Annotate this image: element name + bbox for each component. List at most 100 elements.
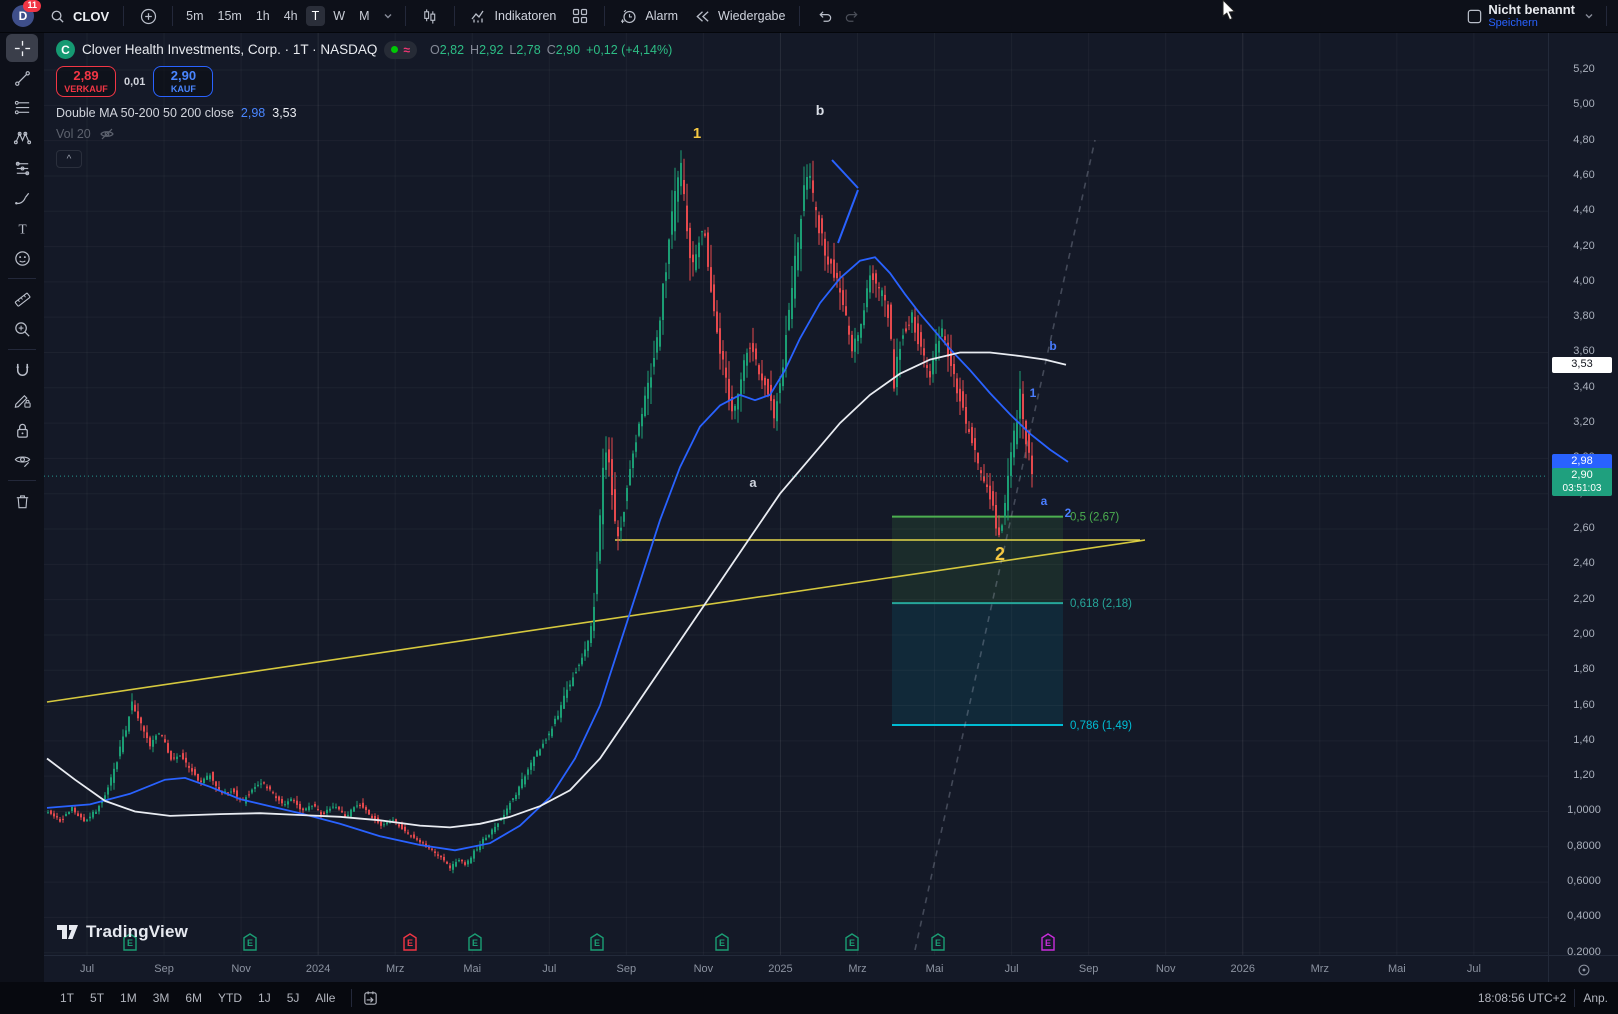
wave-label[interactable]: a <box>749 475 757 490</box>
clock-timezone[interactable]: 18:08:56 UTC+2 <box>1478 991 1566 1005</box>
wave-label[interactable]: 2 <box>995 544 1005 564</box>
range-6m[interactable]: 6M <box>179 988 208 1008</box>
wave-label[interactable]: b <box>816 102 825 118</box>
earnings-badge[interactable]: E <box>243 933 257 951</box>
tool-xabcd-pattern[interactable] <box>6 124 38 152</box>
goto-date-icon[interactable] <box>360 988 380 1008</box>
interval-1h[interactable]: 1h <box>250 6 276 26</box>
price-tick: 1,40 <box>1549 734 1618 746</box>
replay-button[interactable]: Wiedergabe <box>685 3 792 29</box>
range-ytd[interactable]: YTD <box>212 988 248 1008</box>
svg-text:E: E <box>719 938 725 948</box>
range-5j[interactable]: 5J <box>281 988 306 1008</box>
earnings-badge[interactable]: E <box>715 933 729 951</box>
earnings-badge[interactable]: E <box>845 933 859 951</box>
save-cloud-icon[interactable] <box>1464 6 1484 26</box>
wave-label[interactable]: 1 <box>1030 386 1037 400</box>
price-axis[interactable]: 5,205,004,804,604,404,204,003,803,603,40… <box>1548 32 1618 955</box>
range-1j[interactable]: 1J <box>252 988 277 1008</box>
interval-t[interactable]: T <box>306 6 326 26</box>
range-1t[interactable]: 1T <box>54 988 80 1008</box>
sell-button[interactable]: 2,89 VERKAUF <box>56 66 116 97</box>
earnings-badge[interactable]: E <box>590 933 604 951</box>
market-status-pill[interactable]: ≈ <box>384 41 417 59</box>
price-tick: 2,00 <box>1549 628 1618 640</box>
chart-pane[interactable]: 0,5 (2,67)0,618 (2,18)0,786 (1,49)1ba2b1… <box>44 32 1548 955</box>
tool-text[interactable]: T <box>6 214 38 242</box>
interval-m[interactable]: M <box>353 6 375 26</box>
price-tick: 3,60 <box>1549 345 1618 357</box>
range-alle[interactable]: Alle <box>309 988 341 1008</box>
range-3m[interactable]: 3M <box>147 988 176 1008</box>
earnings-badge[interactable]: E <box>403 933 417 951</box>
earnings-badge[interactable]: E <box>468 933 482 951</box>
redo-button[interactable] <box>835 3 869 29</box>
chevron-down-icon[interactable] <box>378 6 398 26</box>
divider <box>351 989 352 1007</box>
add-symbol-button[interactable] <box>131 3 165 29</box>
bottom-toolbar: 1T5T1M3M6MYTD1J5JAlle 18:08:56 UTC+2 Anp… <box>0 982 1618 1014</box>
tool-ruler[interactable] <box>6 285 38 313</box>
save-link[interactable]: Speichern <box>1488 17 1538 29</box>
user-avatar[interactable]: D 11 <box>12 5 34 27</box>
chart-style-button[interactable] <box>413 3 447 29</box>
price-tick: 4,60 <box>1549 169 1618 181</box>
divider <box>1606 6 1607 26</box>
tool-crosshair[interactable] <box>6 34 38 62</box>
chart-canvas[interactable]: 0,5 (2,67)0,618 (2,18)0,786 (1,49)1ba2b1… <box>44 32 1548 955</box>
tool-magnet[interactable] <box>6 356 38 384</box>
tool-drawing-lock[interactable] <box>6 386 38 414</box>
earnings-badge[interactable]: E <box>931 933 945 951</box>
indicator-legend[interactable]: Double MA 50-200 50 200 close 2,98 3,53 <box>56 106 672 120</box>
top-toolbar: D 11 CLOV 5m15m1h4hTWM <box>0 0 1618 33</box>
price-tick: 5,00 <box>1549 98 1618 110</box>
alert-button[interactable]: Alarm <box>612 3 685 29</box>
legend-collapse-button[interactable]: ^ <box>56 150 82 168</box>
interval-w[interactable]: W <box>327 6 351 26</box>
wave-label[interactable]: 1 <box>693 125 701 142</box>
gear-icon[interactable] <box>1577 963 1591 977</box>
volume-legend[interactable]: Vol 20 <box>56 126 672 142</box>
range-5t[interactable]: 5T <box>84 988 110 1008</box>
interval-4h[interactable]: 4h <box>278 6 304 26</box>
indicator-templates-button[interactable] <box>563 3 597 29</box>
tool-zoom-in[interactable] <box>6 315 38 343</box>
svg-text:E: E <box>935 938 941 948</box>
time-axis[interactable]: JulSepNov2024MrzMaiJulSepNov2025MrzMaiJu… <box>44 955 1548 983</box>
grid-layout-icon <box>570 6 590 26</box>
buy-button[interactable]: 2,90 KAUF <box>153 66 213 97</box>
tool-hide-drawings[interactable] <box>6 446 38 474</box>
wave-label[interactable]: a <box>1041 494 1048 508</box>
tool-lock-all[interactable] <box>6 416 38 444</box>
layout-save[interactable]: Nicht benannt Speichern <box>1488 3 1575 29</box>
price-tick: 4,00 <box>1549 275 1618 287</box>
chevron-down-icon[interactable] <box>1579 6 1599 26</box>
time-tick: Mai <box>926 963 944 975</box>
time-tick: Mrz <box>848 963 866 975</box>
indicators-button[interactable]: Indikatoren <box>462 3 564 29</box>
interval-5m[interactable]: 5m <box>180 6 209 26</box>
chart-legend: C Clover Health Investments, Corp. · 1T … <box>56 40 672 168</box>
tool-long-position[interactable] <box>6 154 38 182</box>
tool-brush[interactable] <box>6 184 38 212</box>
price-tick: 1,0000 <box>1549 804 1618 816</box>
symbol-search-button[interactable]: CLOV <box>40 3 116 29</box>
symbol-name: CLOV <box>73 9 109 24</box>
tool-fib-retracement[interactable] <box>6 94 38 122</box>
fib-label: 0,618 (2,18) <box>1070 598 1132 610</box>
interval-15m[interactable]: 15m <box>212 6 248 26</box>
tradingview-logo[interactable]: TradingView <box>57 922 188 942</box>
svg-text:E: E <box>247 938 253 948</box>
wave-label[interactable]: b <box>1049 339 1056 353</box>
adjust-toggle[interactable]: Anp. <box>1583 991 1608 1005</box>
range-1m[interactable]: 1M <box>114 988 143 1008</box>
divider <box>604 6 605 26</box>
axis-settings-corner[interactable] <box>1548 955 1618 983</box>
symbol-logo[interactable]: C <box>56 40 75 59</box>
earnings-badge[interactable]: E <box>1041 933 1055 951</box>
tool-trend-line[interactable] <box>6 64 38 92</box>
wave-label[interactable]: 2 <box>1065 506 1072 520</box>
symbol-title[interactable]: Clover Health Investments, Corp. · 1T · … <box>82 42 377 57</box>
tool-emoji[interactable] <box>6 244 38 272</box>
tool-remove-drawings[interactable] <box>6 487 38 515</box>
